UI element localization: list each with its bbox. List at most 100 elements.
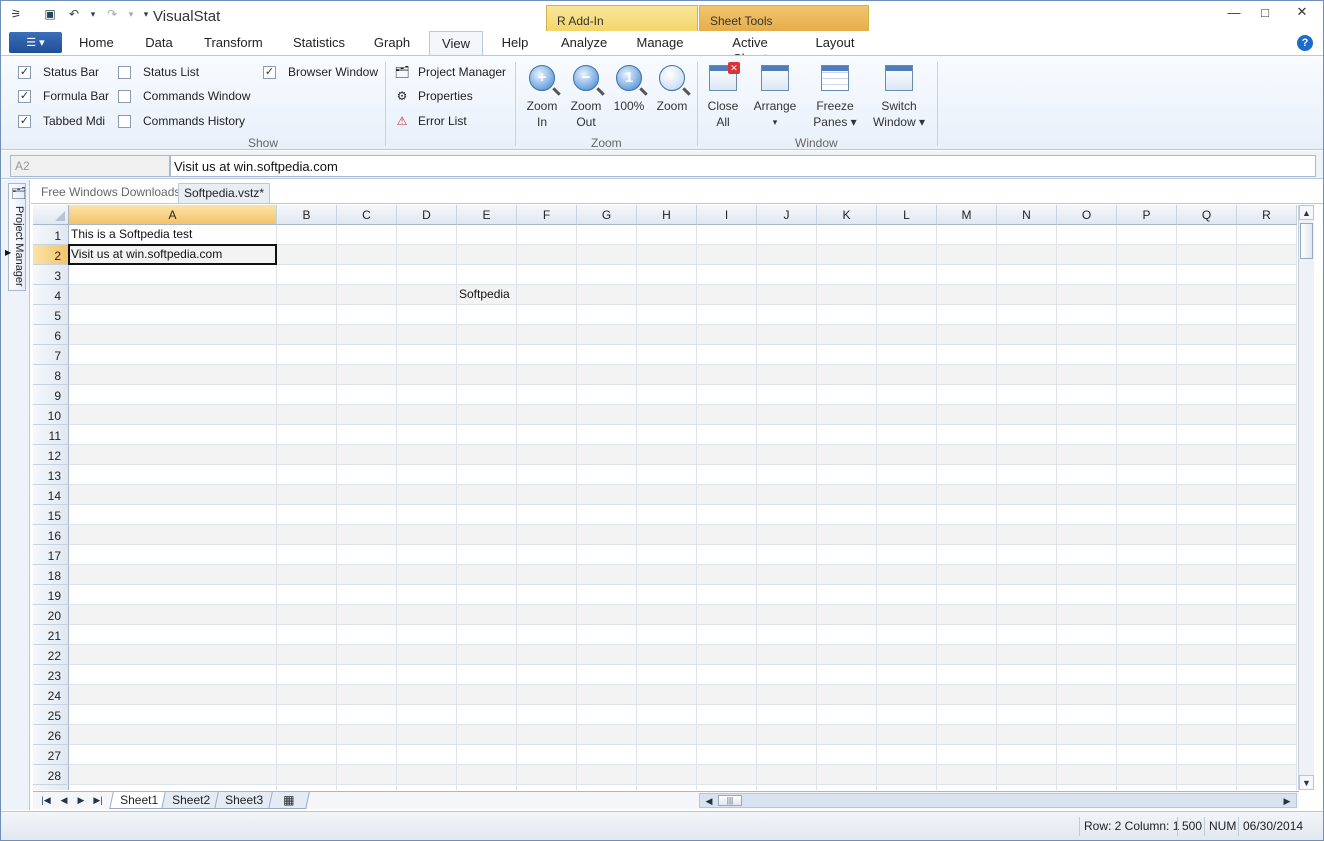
column-header-m[interactable]: M bbox=[937, 205, 997, 225]
select-all-corner[interactable] bbox=[33, 205, 69, 225]
zoom-button[interactable]: Zoom bbox=[652, 62, 692, 114]
minimize-button[interactable]: — bbox=[1219, 1, 1249, 23]
vertical-scroll-thumb[interactable] bbox=[1300, 223, 1313, 259]
row-header-19[interactable]: 19 bbox=[33, 585, 69, 605]
checkbox-box[interactable]: ✓ bbox=[18, 89, 31, 103]
column-header-l[interactable]: L bbox=[877, 205, 937, 225]
tab-home[interactable]: Home bbox=[79, 35, 114, 55]
row-header-12[interactable]: 12 bbox=[33, 445, 69, 465]
next-sheet-icon[interactable]: ▶ bbox=[74, 793, 88, 807]
switch-window-button[interactable]: Switch Window ▾ bbox=[869, 62, 929, 130]
undo-icon[interactable]: ↶ bbox=[65, 5, 83, 23]
zoom-100-button[interactable]: 1 100% bbox=[609, 62, 649, 114]
doc-tab-softpedia[interactable]: Softpedia.vstz* bbox=[178, 183, 271, 203]
checkbox-box[interactable]: ✓ bbox=[18, 65, 31, 79]
commands-window-checkbox[interactable]: Commands Window bbox=[118, 88, 250, 104]
sheet-tab-sheet1[interactable]: Sheet1 bbox=[109, 792, 169, 809]
help-icon[interactable]: ? bbox=[1297, 35, 1313, 51]
column-header-f[interactable]: F bbox=[517, 205, 577, 225]
formula-input[interactable]: Visit us at win.softpedia.com bbox=[170, 155, 1316, 177]
checkbox-box[interactable] bbox=[118, 65, 131, 79]
tab-layout[interactable]: Layout bbox=[815, 35, 855, 55]
tabbed-mdi-checkbox[interactable]: ✓ Tabbed Mdi bbox=[18, 113, 105, 129]
scroll-left-icon[interactable]: ◀ bbox=[702, 794, 716, 808]
row-header-7[interactable]: 7 bbox=[33, 345, 69, 365]
column-header-h[interactable]: H bbox=[637, 205, 697, 225]
project-manager-button[interactable]: 🗂 Project Manager bbox=[394, 63, 506, 81]
tab-analyze[interactable]: Analyze bbox=[561, 35, 607, 55]
tab-data[interactable]: Data bbox=[145, 35, 173, 55]
doc-tab-free-windows-downloads[interactable]: Free Windows Downloads bbox=[36, 183, 185, 203]
column-header-i[interactable]: I bbox=[697, 205, 757, 225]
row-header-22[interactable]: 22 bbox=[33, 645, 69, 665]
row-header-25[interactable]: 25 bbox=[33, 705, 69, 725]
row-header-2[interactable]: 2 bbox=[33, 245, 69, 265]
last-sheet-icon[interactable]: ▶| bbox=[91, 793, 105, 807]
checkbox-box[interactable] bbox=[118, 89, 131, 103]
browser-window-checkbox[interactable]: ✓ Browser Window bbox=[263, 64, 378, 80]
commands-history-checkbox[interactable]: Commands History bbox=[118, 113, 245, 129]
zoom-out-button[interactable]: − Zoom Out bbox=[566, 62, 606, 130]
tab-help[interactable]: Help bbox=[500, 35, 530, 55]
sheet-tab-sheet3[interactable]: Sheet3 bbox=[214, 792, 274, 809]
scroll-down-icon[interactable]: ▼ bbox=[1299, 775, 1314, 790]
sheet-tab-sheet2[interactable]: Sheet2 bbox=[161, 792, 221, 809]
row-header-27[interactable]: 27 bbox=[33, 745, 69, 765]
tab-graph[interactable]: Graph bbox=[373, 35, 411, 55]
column-header-n[interactable]: N bbox=[997, 205, 1057, 225]
row-header-partial[interactable] bbox=[33, 785, 69, 790]
row-header-24[interactable]: 24 bbox=[33, 685, 69, 705]
insert-sheet-tab[interactable]: ▦ bbox=[268, 792, 310, 809]
properties-button[interactable]: ⚙ Properties bbox=[394, 87, 473, 105]
row-header-20[interactable]: 20 bbox=[33, 605, 69, 625]
row-header-9[interactable]: 9 bbox=[33, 385, 69, 405]
undo-dropdown-icon[interactable]: ▾ bbox=[89, 5, 97, 23]
tab-transform[interactable]: Transform bbox=[204, 35, 263, 55]
horizontal-scroll-thumb[interactable]: ||| bbox=[718, 795, 742, 806]
scroll-up-icon[interactable]: ▲ bbox=[1299, 205, 1314, 220]
row-header-5[interactable]: 5 bbox=[33, 305, 69, 325]
row-header-11[interactable]: 11 bbox=[33, 425, 69, 445]
tab-manage[interactable]: Manage bbox=[636, 35, 684, 55]
contextual-tab-sheet-tools[interactable]: Sheet Tools bbox=[699, 5, 869, 31]
row-header-13[interactable]: 13 bbox=[33, 465, 69, 485]
application-menu-button[interactable]: ☰ ▾ bbox=[9, 32, 62, 53]
contextual-tab-r-add-in[interactable]: R Add-In bbox=[546, 5, 698, 31]
tab-view[interactable]: View bbox=[429, 31, 483, 56]
redo-icon[interactable]: ↷ bbox=[103, 5, 121, 23]
cell-a1[interactable]: This is a Softpedia test bbox=[69, 225, 194, 245]
column-header-g[interactable]: G bbox=[577, 205, 637, 225]
row-header-3[interactable]: 3 bbox=[33, 265, 69, 285]
freeze-panes-button[interactable]: Freeze Panes ▾ bbox=[811, 62, 859, 130]
status-bar-checkbox[interactable]: ✓ Status Bar bbox=[18, 64, 99, 80]
column-header-b[interactable]: B bbox=[277, 205, 337, 225]
row-header-8[interactable]: 8 bbox=[33, 365, 69, 385]
close-all-button[interactable]: ✕ Close All bbox=[701, 62, 745, 130]
row-header-1[interactable]: 1 bbox=[33, 225, 69, 245]
row-header-28[interactable]: 28 bbox=[33, 765, 69, 785]
arrange-button[interactable]: Arrange ▾ bbox=[751, 62, 799, 130]
spreadsheet-grid[interactable]: ABCDEFGHIJKLMNOPQR 1 2 3 4 5 6 7 8 9 10 11 12 13 14 15… bbox=[33, 205, 1297, 790]
checkbox-box[interactable]: ✓ bbox=[18, 114, 31, 128]
column-header-c[interactable]: C bbox=[337, 205, 397, 225]
row-header-4[interactable]: 4 bbox=[33, 285, 69, 305]
column-header-p[interactable]: P bbox=[1117, 205, 1177, 225]
tab-active-sheet[interactable]: Active Sheet bbox=[714, 35, 786, 66]
vertical-scrollbar[interactable]: ▲ ▼ bbox=[1298, 205, 1314, 790]
maximize-button[interactable]: □ bbox=[1250, 1, 1280, 23]
checkbox-box[interactable] bbox=[118, 114, 131, 128]
cell-e4[interactable]: Softpedia bbox=[457, 285, 512, 305]
column-header-q[interactable]: Q bbox=[1177, 205, 1237, 225]
customize-toolbar-icon[interactable]: ▾ bbox=[141, 5, 151, 23]
column-header-o[interactable]: O bbox=[1057, 205, 1117, 225]
first-sheet-icon[interactable]: |◀ bbox=[39, 793, 53, 807]
close-window-button[interactable]: ✕ bbox=[1281, 1, 1323, 23]
row-header-17[interactable]: 17 bbox=[33, 545, 69, 565]
row-header-15[interactable]: 15 bbox=[33, 505, 69, 525]
row-header-26[interactable]: 26 bbox=[33, 725, 69, 745]
save-icon[interactable]: ▣ bbox=[41, 5, 59, 23]
row-header-16[interactable]: 16 bbox=[33, 525, 69, 545]
row-header-18[interactable]: 18 bbox=[33, 565, 69, 585]
app-icon[interactable]: ⚞ bbox=[7, 5, 25, 23]
column-header-d[interactable]: D bbox=[397, 205, 457, 225]
